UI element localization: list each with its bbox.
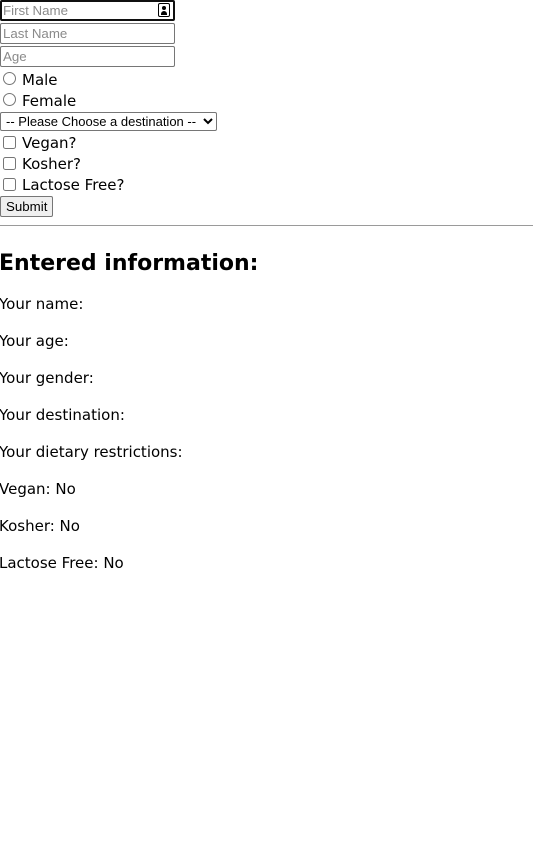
result-name: Your name:	[0, 295, 84, 313]
gender-option-male[interactable]: Male	[0, 69, 533, 90]
lactose-free-checkbox[interactable]	[3, 178, 16, 191]
results-section: Entered information: Your name: Your age…	[0, 251, 533, 591]
vegan-checkbox[interactable]	[3, 136, 16, 149]
destination-select[interactable]: -- Please Choose a destination --	[0, 112, 217, 131]
section-divider	[0, 225, 533, 226]
contact-autofill-icon[interactable]	[158, 3, 170, 17]
result-kosher: Kosher: No	[0, 517, 80, 535]
gender-option-female[interactable]: Female	[0, 90, 533, 111]
submit-button[interactable]: Submit	[0, 196, 54, 217]
diet-option-kosher[interactable]: Kosher?	[0, 153, 533, 174]
results-heading: Entered information:	[0, 251, 259, 276]
entry-form: Male Female -- Please Choose a destinati…	[0, 0, 533, 217]
diet-option-vegan[interactable]: Vegan?	[0, 132, 533, 153]
result-lactose-free: Lactose Free: No	[0, 554, 124, 572]
gender-label-male: Male	[22, 70, 58, 89]
diet-option-lactose-free[interactable]: Lactose Free?	[0, 174, 533, 195]
first-name-input[interactable]	[0, 0, 175, 21]
result-dietary-restrictions: Your dietary restrictions:	[0, 443, 183, 461]
result-vegan: Vegan: No	[0, 480, 76, 498]
gender-radio-female[interactable]	[3, 93, 16, 106]
result-gender: Your gender:	[0, 369, 94, 387]
kosher-label: Kosher?	[22, 154, 81, 173]
first-name-wrapper	[0, 0, 175, 21]
lactose-free-label: Lactose Free?	[22, 175, 125, 194]
last-name-input[interactable]	[0, 23, 175, 44]
gender-radio-male[interactable]	[3, 72, 16, 85]
gender-label-female: Female	[22, 91, 77, 110]
age-input[interactable]	[0, 46, 175, 67]
result-age: Your age:	[0, 332, 69, 350]
kosher-checkbox[interactable]	[3, 157, 16, 170]
vegan-label: Vegan?	[22, 133, 77, 152]
result-destination: Your destination:	[0, 406, 125, 424]
